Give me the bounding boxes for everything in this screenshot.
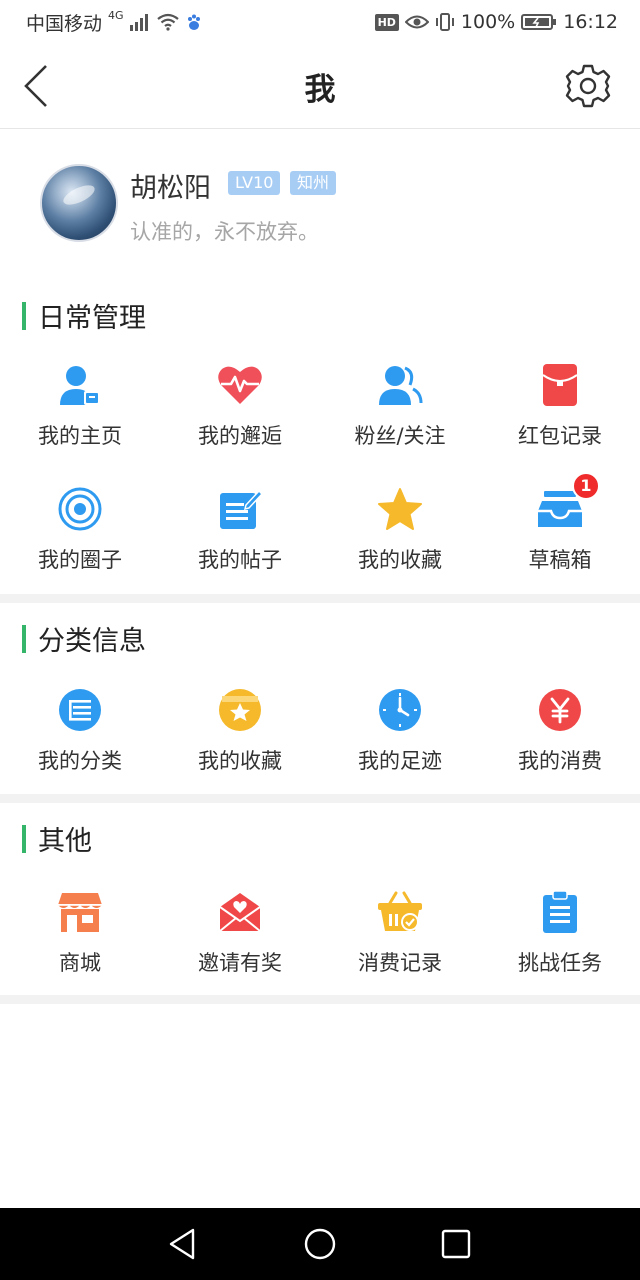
menu-item-label: 我的收藏: [358, 548, 442, 572]
signal-icon: [129, 13, 150, 31]
settings-button[interactable]: [564, 62, 612, 110]
section-divider: [0, 995, 640, 1004]
menu-item-label: 挑战任务: [518, 951, 602, 975]
status-left: 中国移动 4G: [26, 9, 202, 36]
menu-item-label: 我的圈子: [38, 548, 122, 572]
section-accent-bar: [22, 301, 26, 330]
circle-target-icon: [55, 484, 105, 534]
menu-item-drafts[interactable]: 1 草稿箱: [480, 472, 640, 582]
section-accent-bar: [22, 824, 26, 853]
menu-item-my-category[interactable]: 我的分类: [0, 673, 160, 783]
section-header: 日常管理: [22, 296, 146, 335]
menu-item-label: 邀请有奖: [198, 951, 282, 975]
avatar[interactable]: [40, 164, 118, 242]
system-nav-bar: [0, 1208, 640, 1280]
red-envelope-icon: [535, 360, 585, 410]
invite-envelope-icon: [215, 887, 265, 937]
clipboard-task-icon: [535, 887, 585, 937]
menu-item-label: 我的消费: [518, 749, 602, 773]
rank-badge: 知州: [290, 171, 337, 195]
profile-card[interactable]: 胡松阳 LV10 知州 认准的，永不放弃。: [0, 130, 640, 280]
status-right: HD 100% 16:12: [374, 11, 618, 33]
section-title: 日常管理: [38, 303, 146, 334]
vibrate-icon: [435, 12, 455, 32]
basket-check-icon: [375, 887, 425, 937]
system-home-button[interactable]: [302, 1226, 338, 1262]
menu-item-red-envelope[interactable]: 红包记录: [480, 348, 640, 458]
wifi-icon: [156, 13, 180, 31]
menu-item-label: 我的主页: [38, 424, 122, 448]
menu-item-my-homepage[interactable]: 我的主页: [0, 348, 160, 458]
user-home-icon: [55, 360, 105, 410]
battery-percent: 100%: [460, 11, 516, 33]
triangle-back-icon: [169, 1228, 195, 1260]
user-signature: 认准的，永不放弃。: [130, 220, 319, 244]
user-name: 胡松阳: [130, 173, 211, 204]
menu-item-challenge-task[interactable]: 挑战任务: [480, 875, 640, 985]
section-accent-bar: [22, 624, 26, 653]
section-title: 其他: [38, 826, 92, 857]
post-edit-icon: [215, 484, 265, 534]
menu-item-my-posts[interactable]: 我的帖子: [160, 472, 320, 582]
battery-icon: [521, 13, 557, 31]
grid-row: 商城 邀请有奖 消费记录 挑战任务: [0, 875, 640, 985]
clock-icon: [375, 685, 425, 735]
hd-label: HD: [377, 15, 396, 29]
menu-item-invite-reward[interactable]: 邀请有奖: [160, 875, 320, 985]
menu-item-my-encounter[interactable]: 我的邂逅: [160, 348, 320, 458]
grid-row: 我的主页 我的邂逅 粉丝/关注 红包记录: [0, 348, 640, 458]
section-header: 其他: [22, 819, 92, 858]
heart-pulse-icon: [215, 360, 265, 410]
menu-item-label: 消费记录: [358, 951, 442, 975]
shop-icon: [55, 887, 105, 937]
circle-home-icon: [304, 1228, 336, 1260]
menu-item-label: 草稿箱: [528, 548, 592, 572]
nav-bar: 我: [0, 44, 640, 129]
baidu-paw-icon: [186, 13, 202, 31]
menu-item-label: 我的足迹: [358, 749, 442, 773]
section-divider: [0, 794, 640, 803]
menu-item-my-collection[interactable]: 我的收藏: [160, 673, 320, 783]
category-list-icon: [55, 685, 105, 735]
favorite-box-icon: [215, 685, 265, 735]
network-type: 4G: [108, 8, 124, 22]
page-title: 我: [304, 72, 336, 108]
status-bar: 中国移动 4G HD 100% 16:12: [0, 0, 640, 44]
section-other: 其他 商城 邀请有奖 消费记录 挑战任务: [0, 803, 640, 995]
yuan-icon: [535, 685, 585, 735]
gear-icon: [565, 64, 611, 108]
grid-row: 我的圈子 我的帖子 我的收藏 1 草稿箱: [0, 472, 640, 582]
fans-icon: [375, 360, 425, 410]
notification-badge: 1: [572, 472, 600, 500]
menu-item-label: 我的分类: [38, 749, 122, 773]
menu-item-label: 我的邂逅: [198, 424, 282, 448]
menu-item-my-favorites[interactable]: 我的收藏: [320, 472, 480, 582]
grid-row: 我的分类 我的收藏 我的足迹 我的消费: [0, 673, 640, 783]
menu-item-label: 商城: [59, 951, 101, 975]
menu-item-my-circle[interactable]: 我的圈子: [0, 472, 160, 582]
section-title: 分类信息: [38, 626, 146, 657]
level-badge: LV10: [228, 171, 281, 195]
menu-item-fans-follow[interactable]: 粉丝/关注: [320, 348, 480, 458]
menu-item-label: 红包记录: [518, 424, 602, 448]
menu-item-label: 我的收藏: [198, 749, 282, 773]
system-recent-button[interactable]: [438, 1226, 474, 1262]
eye-icon: [404, 14, 429, 30]
menu-item-my-footprint[interactable]: 我的足迹: [320, 673, 480, 783]
menu-item-my-consumption[interactable]: 我的消费: [480, 673, 640, 783]
carrier-label: 中国移动: [26, 12, 103, 35]
section-divider: [0, 594, 640, 603]
section-header: 分类信息: [22, 619, 146, 658]
menu-item-label: 粉丝/关注: [354, 424, 446, 448]
square-recent-icon: [441, 1229, 471, 1259]
menu-item-label: 我的帖子: [198, 548, 282, 572]
section-category: 分类信息 我的分类 我的收藏 我的足迹 我的消费: [0, 603, 640, 793]
clock-time: 16:12: [563, 11, 618, 33]
menu-item-shop[interactable]: 商城: [0, 875, 160, 985]
menu-item-consumption-record[interactable]: 消费记录: [320, 875, 480, 985]
star-icon: [375, 484, 425, 534]
hd-icon: HD: [374, 13, 399, 31]
section-daily: 日常管理 我的主页 我的邂逅 粉丝/关注 红包记录 我的圈子 我的帖子 我的收藏…: [0, 280, 640, 595]
system-back-button[interactable]: [165, 1226, 201, 1262]
